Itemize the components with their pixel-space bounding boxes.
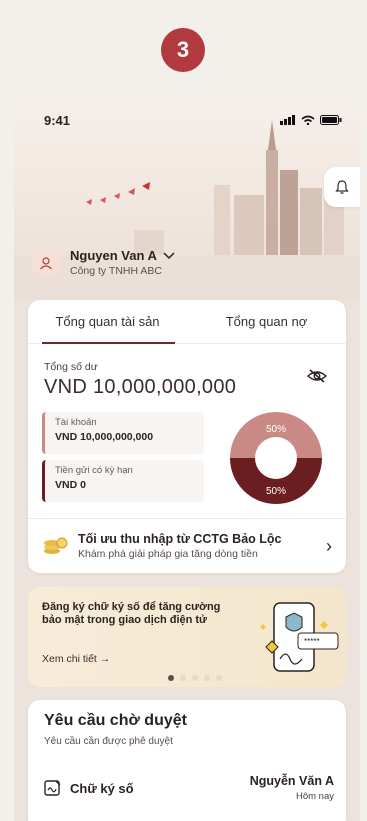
carousel-dot[interactable] bbox=[216, 675, 222, 681]
asset-donut-chart: 50% 50% bbox=[230, 412, 322, 505]
account-balance-box[interactable]: Tài khoản VND 10,000,000,000 bbox=[42, 412, 204, 454]
battery-icon bbox=[320, 115, 342, 125]
hide-balance-button[interactable] bbox=[306, 368, 328, 389]
balance-label: Tổng số dư bbox=[44, 361, 98, 373]
banner-text: Đăng ký chữ ký số để tăng cường bảo mật … bbox=[42, 601, 221, 626]
user-name: Nguyen Van A bbox=[70, 248, 157, 263]
avatar bbox=[32, 248, 60, 277]
svg-text:*****: ***** bbox=[304, 637, 320, 646]
balance-value: VND 10,000,000,000 bbox=[44, 376, 237, 398]
status-time: 9:41 bbox=[44, 112, 71, 128]
eye-slash-icon bbox=[306, 369, 328, 383]
pending-item-name: Nguyễn Văn A bbox=[249, 774, 334, 788]
status-bar: 9:41 bbox=[14, 100, 360, 140]
term-deposit-value: VND 0 bbox=[55, 479, 86, 491]
signature-illustration-icon: ***** bbox=[260, 602, 339, 672]
promo-title: Tối ưu thu nhập từ CCTG Bảo Lộc bbox=[78, 532, 282, 546]
term-deposit-box[interactable]: Tiền gửi có kỳ hạn VND 0 bbox=[42, 460, 204, 502]
banner-link[interactable]: Xem chi tiết → bbox=[42, 653, 110, 665]
carousel-dot[interactable] bbox=[168, 675, 174, 681]
donut-label-top: 50% bbox=[266, 424, 286, 435]
hero-background: 9:41 Nguyen Van A Công ty TNHH ABC bbox=[14, 100, 360, 300]
user-company: Công ty TNHH ABC bbox=[70, 265, 163, 277]
digital-signature-banner[interactable]: Đăng ký chữ ký số để tăng cường bảo mật … bbox=[28, 587, 346, 687]
wifi-icon bbox=[301, 115, 315, 125]
phone-screen: 9:41 Nguyen Van A Công ty TNHH ABC Tổng … bbox=[14, 100, 360, 821]
carousel-dot[interactable] bbox=[180, 675, 186, 681]
donut-slice-top bbox=[230, 412, 322, 458]
coins-icon bbox=[44, 537, 68, 554]
promo-subtitle: Khám phá giải pháp gia tăng dòng tiền bbox=[78, 548, 258, 560]
tab-asset-overview[interactable]: Tổng quan tài sản bbox=[28, 300, 187, 344]
promo-cctg-row[interactable]: Tối ưu thu nhập từ CCTG Bảo Lộc Khám phá… bbox=[28, 518, 346, 573]
carousel-dots bbox=[168, 675, 222, 681]
pending-item-time: Hôm nay bbox=[295, 791, 334, 802]
chevron-down-icon bbox=[163, 251, 175, 259]
term-deposit-label: Tiền gửi có kỳ hạn bbox=[55, 465, 133, 476]
carousel-dot[interactable] bbox=[192, 675, 198, 681]
account-label: Tài khoản bbox=[55, 417, 97, 428]
status-icons bbox=[280, 115, 342, 125]
user-icon bbox=[40, 256, 52, 269]
pending-subtitle: Yêu cầu cần được phê duyệt bbox=[44, 736, 173, 747]
overview-tabs: Tổng quan tài sản Tổng quan nợ bbox=[28, 300, 346, 344]
donut-slice-bottom bbox=[230, 458, 322, 505]
notification-button[interactable] bbox=[324, 167, 360, 207]
tab-debt-overview[interactable]: Tổng quan nợ bbox=[187, 300, 346, 343]
pending-approval-card: Yêu cầu chờ duyệt Yêu cầu cần được phê d… bbox=[28, 700, 346, 821]
carousel-dot[interactable] bbox=[204, 675, 210, 681]
user-name-row: Nguyen Van A bbox=[70, 248, 175, 263]
bell-icon bbox=[335, 180, 349, 194]
donut-label-bottom: 50% bbox=[266, 486, 286, 497]
chevron-right-icon: › bbox=[326, 535, 332, 556]
signal-icon bbox=[280, 115, 295, 125]
signature-icon bbox=[44, 780, 61, 796]
step-number-badge: 3 bbox=[161, 28, 205, 72]
user-profile-switcher[interactable]: Nguyen Van A Công ty TNHH ABC bbox=[32, 248, 175, 277]
pending-item-row[interactable]: Chữ ký số Nguyễn Văn A Hôm nay bbox=[44, 774, 334, 802]
asset-overview-card: Tổng quan tài sản Tổng quan nợ Tổng số d… bbox=[28, 300, 346, 573]
account-value: VND 10,000,000,000 bbox=[55, 431, 154, 443]
pending-title: Yêu cầu chờ duyệt bbox=[44, 712, 187, 729]
pending-item-label: Chữ ký số bbox=[70, 780, 134, 796]
